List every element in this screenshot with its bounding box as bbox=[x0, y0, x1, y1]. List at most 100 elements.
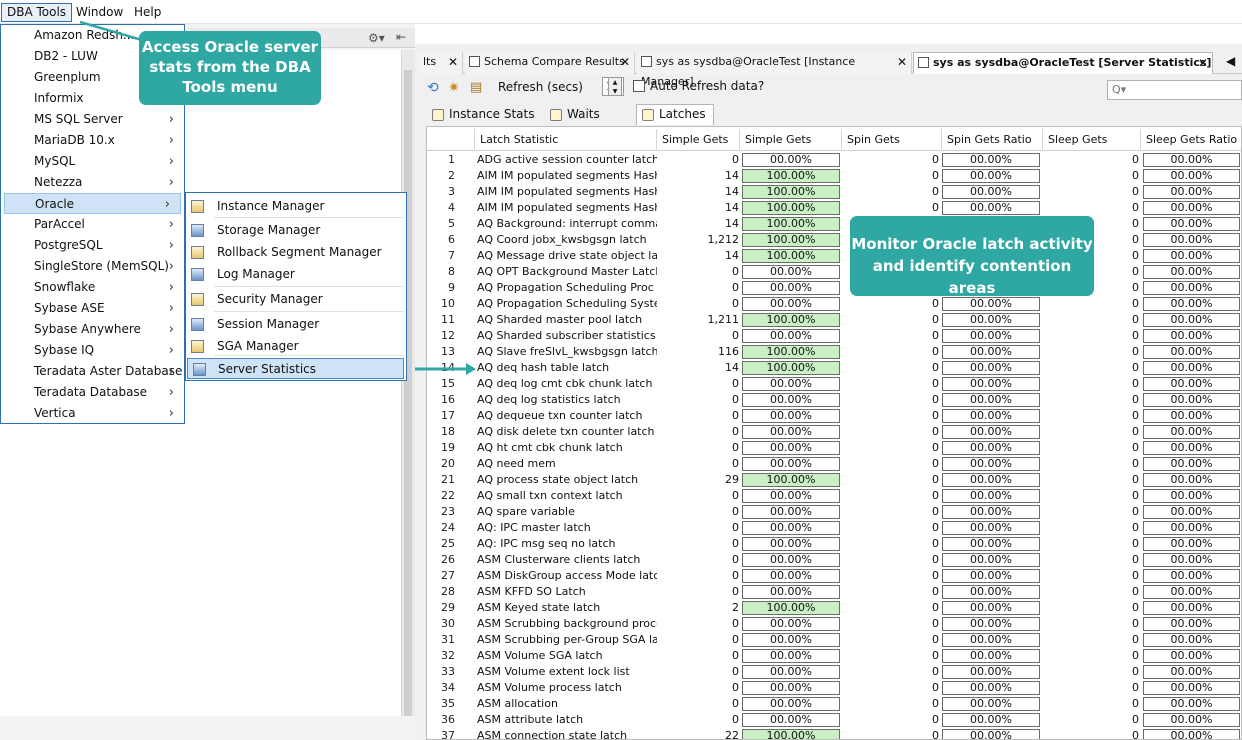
table-row[interactable]: 2 AIM IM populated segments Hash ... 14 100… bbox=[427, 168, 1241, 184]
latch-name: AIM IM populated segments Hash ... bbox=[477, 185, 657, 198]
col-header-latch-statistic[interactable]: Latch Statistic bbox=[475, 129, 657, 151]
col-header-sleep-gets-ratio[interactable]: Sleep Gets Ratio bbox=[1141, 129, 1241, 151]
submenu-item-storage-manager[interactable]: Storage Manager bbox=[186, 220, 406, 241]
menu-item-netezza[interactable]: Netezza › bbox=[1, 172, 184, 193]
tab-schema-compare[interactable]: Schema Compare Results ✕ bbox=[465, 52, 635, 74]
table-row[interactable]: 4 AIM IM populated segments Hash ... 14 100… bbox=[427, 200, 1241, 216]
menu-item-mysql[interactable]: MySQL › bbox=[1, 151, 184, 172]
menu-item-sybase-ase[interactable]: Sybase ASE › bbox=[1, 298, 184, 319]
table-row[interactable]: 1 ADG active session counter latch 0 00.00%… bbox=[427, 152, 1241, 168]
menu-item-oracle[interactable]: Oracle › bbox=[4, 193, 181, 214]
menu-item-singlestore-memsql[interactable]: SingleStore (MemSQL) › bbox=[1, 256, 184, 277]
table-row[interactable]: 16 AQ deq log statistics latch 0 00.00% 0 00.… bbox=[427, 392, 1241, 408]
table-row[interactable]: 18 AQ disk delete txn counter latch 0 00.00… bbox=[427, 424, 1241, 440]
table-row[interactable]: 35 ASM allocation 0 00.00% 0 00.00% 0 00.00% bbox=[427, 696, 1241, 712]
menu-item-teradata-database[interactable]: Teradata Database › bbox=[1, 382, 184, 403]
sleep-gets: 0 bbox=[1132, 169, 1139, 182]
table-row[interactable]: 6 AQ Coord jobx_kwsbgsgn latch 1,212 100.00… bbox=[427, 232, 1241, 248]
close-icon[interactable]: ✕ bbox=[1198, 53, 1208, 73]
gear-icon[interactable]: ⚙▾ bbox=[368, 31, 385, 45]
wand-icon[interactable]: ✷ bbox=[448, 80, 460, 96]
menu-item-vertica[interactable]: Vertica › bbox=[1, 403, 184, 424]
submenu-item-sga-manager[interactable]: SGA Manager bbox=[186, 336, 406, 357]
table-row[interactable]: 20 AQ need mem 0 00.00% 0 00.00% 0 00.00% bbox=[427, 456, 1241, 472]
close-icon[interactable]: ✕ bbox=[448, 52, 458, 72]
col-header-sleep-gets[interactable]: Sleep Gets bbox=[1043, 129, 1141, 151]
tab-instance-manager[interactable]: sys as sysdba@OracleTest [Instance Manag… bbox=[637, 52, 912, 88]
table-row[interactable]: 28 ASM KFFD SO Latch 0 00.00% 0 00.00% 0 00.00% bbox=[427, 584, 1241, 600]
latch-name: AQ deq log statistics latch bbox=[477, 393, 621, 406]
menu-window[interactable]: Window bbox=[70, 4, 129, 22]
table-row[interactable]: 12 AQ Sharded subscriber statistics l... 0… bbox=[427, 328, 1241, 344]
row-number: 21 bbox=[441, 473, 455, 486]
export-icon[interactable]: ▤ bbox=[470, 80, 482, 95]
table-row[interactable]: 34 ASM Volume process latch 0 00.00% 0 00.00%… bbox=[427, 680, 1241, 696]
table-row[interactable]: 5 AQ Background: interrupt comman... 14100… bbox=[427, 216, 1241, 232]
menu-item-sybase-anywhere[interactable]: Sybase Anywhere › bbox=[1, 319, 184, 340]
scrollbar-thumb[interactable] bbox=[404, 70, 412, 716]
tab-latches[interactable]: Latches bbox=[636, 104, 714, 125]
menu-item-postgresql[interactable]: PostgreSQL › bbox=[1, 235, 184, 256]
submenu-item-instance-manager[interactable]: Instance Manager bbox=[186, 196, 406, 217]
table-row[interactable]: 30ASM Scrubbing background proces...000.… bbox=[427, 616, 1241, 632]
tab-scroll-left-icon[interactable]: ◀ bbox=[1226, 54, 1235, 68]
table-row[interactable]: 27 ASM DiskGroup access Mode latch 0 00.00%… bbox=[427, 568, 1241, 584]
table-row[interactable]: 15 AQ deq log cmt cbk chunk latch 0 00.00% 0… bbox=[427, 376, 1241, 392]
submenu-item-session-manager[interactable]: Session Manager bbox=[186, 314, 406, 335]
menu-item-paraccel[interactable]: ParAccel › bbox=[1, 214, 184, 235]
refresh-icon[interactable]: ⟲ bbox=[427, 80, 439, 96]
search-input[interactable]: Q▾ bbox=[1107, 80, 1242, 100]
refresh-spinner[interactable]: ▲ ▼ bbox=[608, 77, 622, 96]
col-header-simple-gets-ratio[interactable]: Simple Gets Ratio bbox=[740, 129, 842, 168]
menu-dba-tools[interactable]: DBA Tools bbox=[1, 3, 73, 22]
table-row[interactable]: 13 AQ Slave freSlvL_kwsbgsgn latch 116 100.… bbox=[427, 344, 1241, 360]
tab-waits[interactable]: Waits bbox=[544, 104, 626, 125]
table-row[interactable]: 19 AQ ht cmt cbk chunk latch 0 00.00% 0 00.00… bbox=[427, 440, 1241, 456]
table-row[interactable]: 26 ASM Clusterware clients latch 0 00.00% 0 0… bbox=[427, 552, 1241, 568]
spin-gets-ratio: 00.00% bbox=[942, 409, 1040, 423]
submenu-item-rollback-segment-manager[interactable]: Rollback Segment Manager bbox=[186, 242, 406, 263]
menu-item-sybase-iq[interactable]: Sybase IQ › bbox=[1, 340, 184, 361]
table-row[interactable]: 17 AQ dequeue txn counter latch 0 00.00% 0 00… bbox=[427, 408, 1241, 424]
tab-results[interactable]: lts ✕ bbox=[419, 52, 463, 74]
close-icon[interactable]: ✕ bbox=[620, 52, 630, 72]
menu-item-snowflake[interactable]: Snowflake › bbox=[1, 277, 184, 298]
table-row[interactable]: 36 ASM attribute latch 0 00.00% 0 00.00% 0 00.0… bbox=[427, 712, 1241, 728]
table-row[interactable]: 3 AIM IM populated segments Hash ... 14 100… bbox=[427, 184, 1241, 200]
table-row[interactable]: 29 ASM Keyed state latch 2 100.00% 0 00.00% 0 0… bbox=[427, 600, 1241, 616]
table-row[interactable]: 14 AQ deq hash table latch 14 100.00% 0 00.00… bbox=[427, 360, 1241, 376]
menu-item-ms-sql-server[interactable]: MS SQL Server › bbox=[1, 109, 184, 130]
table-row[interactable]: 31 ASM Scrubbing per-Group SGA latch 0 00.0… bbox=[427, 632, 1241, 648]
submenu-item-server-statistics[interactable]: Server Statistics bbox=[187, 358, 404, 379]
submenu-item-log-manager[interactable]: Log Manager bbox=[186, 264, 406, 285]
table-row[interactable]: 24 AQ: IPC master latch 0 00.00% 0 00.00% 0 00.… bbox=[427, 520, 1241, 536]
col-header-spin-gets[interactable]: Spin Gets bbox=[842, 129, 942, 151]
table-row[interactable]: 21 AQ process state object latch 29 100.00%… bbox=[427, 472, 1241, 488]
simple-gets: 0 bbox=[732, 393, 739, 406]
tab-instance-stats[interactable]: Instance Stats bbox=[426, 104, 541, 125]
submenu-item-security-manager[interactable]: Security Manager bbox=[186, 289, 406, 310]
table-row[interactable]: 22 AQ small txn context latch 0 00.00% 0 00.0… bbox=[427, 488, 1241, 504]
table-row[interactable]: 23 AQ spare variable 0 00.00% 0 00.00% 0 00.00% bbox=[427, 504, 1241, 520]
spin-gets-ratio: 00.00% bbox=[942, 313, 1040, 327]
simple-gets-ratio: 100.00% bbox=[742, 249, 840, 263]
table-row[interactable]: 7 AQ Message drive state object latch 14 10… bbox=[427, 248, 1241, 264]
menu-item-mariadb-10-x[interactable]: MariaDB 10.x › bbox=[1, 130, 184, 151]
table-row[interactable]: 9 AQ Propagation Scheduling Proc T... 0 00.… bbox=[427, 280, 1241, 296]
table-row[interactable]: 8 AQ OPT Background Master Latch 0 00.00% 0 0… bbox=[427, 264, 1241, 280]
col-header-simple-gets[interactable]: Simple Gets bbox=[657, 129, 740, 151]
table-row[interactable]: 37 ASM connection state latch 22 100.00% 0 00… bbox=[427, 728, 1241, 739]
menu-help[interactable]: Help bbox=[128, 4, 167, 22]
close-icon[interactable]: ✕ bbox=[897, 52, 907, 72]
col-header-spin-gets-ratio[interactable]: Spin Gets Ratio bbox=[942, 129, 1043, 151]
table-row[interactable]: 25 AQ: IPC msg seq no latch 0 00.00% 0 00.00%… bbox=[427, 536, 1241, 552]
pin-icon[interactable]: ⇤ bbox=[396, 30, 406, 44]
menu-item-teradata-aster-database[interactable]: Teradata Aster Database › bbox=[1, 361, 184, 382]
auto-refresh-checkbox[interactable] bbox=[633, 80, 645, 92]
table-row[interactable]: 10 AQ Propagation Scheduling Syste... 0 00.… bbox=[427, 296, 1241, 312]
table-row[interactable]: 32 ASM Volume SGA latch 0 00.00% 0 00.00% 0 00.… bbox=[427, 648, 1241, 664]
tab-server-statistics[interactable]: sys as sysdba@OracleTest [Server Statist… bbox=[913, 52, 1213, 74]
table-row[interactable]: 33 ASM Volume extent lock list 0 00.00% 0 00.… bbox=[427, 664, 1241, 680]
table-row[interactable]: 11 AQ Sharded master pool latch 1,211 100.0… bbox=[427, 312, 1241, 328]
spin-gets: 0 bbox=[932, 553, 939, 566]
